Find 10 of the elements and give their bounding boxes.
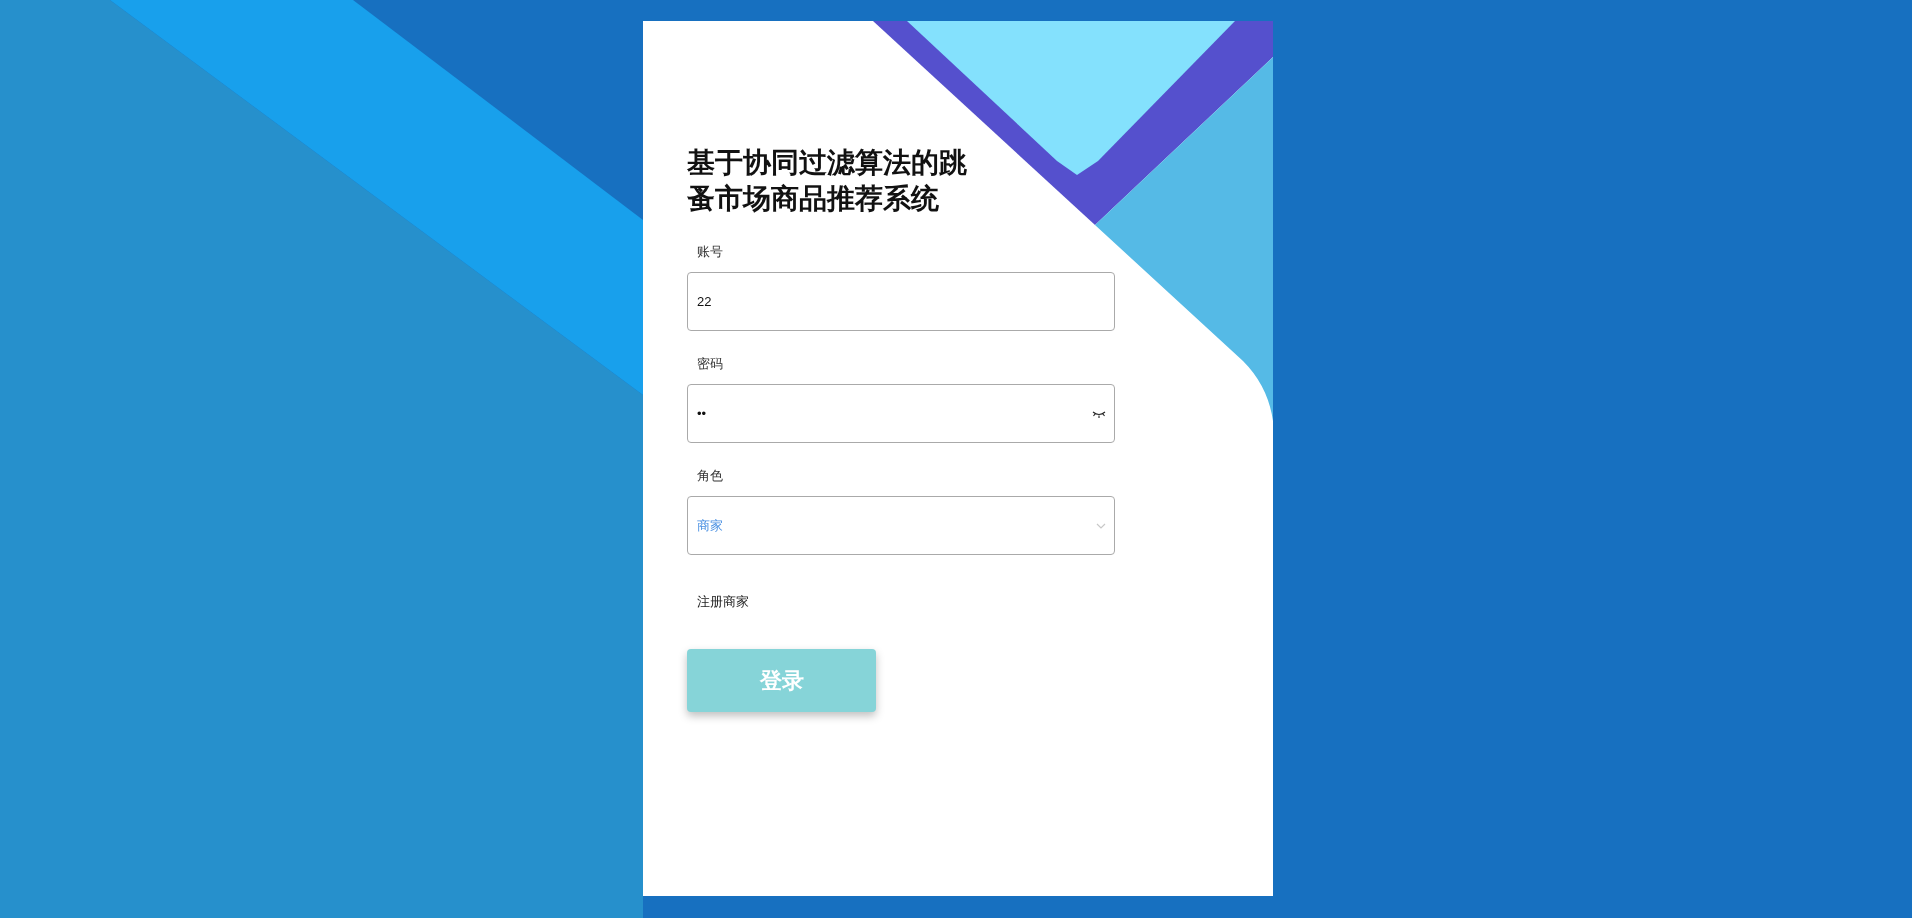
chevron-down-icon: [1096, 522, 1106, 529]
field-label: 账号: [697, 244, 723, 260]
role-select[interactable]: 商家: [687, 496, 1115, 555]
field-label: 角色: [697, 468, 723, 484]
password-field[interactable]: ••: [687, 384, 1115, 443]
register-link[interactable]: 注册商家: [697, 594, 749, 610]
account-field[interactable]: 22: [687, 272, 1115, 331]
system-title: 基于协同过滤算法的跳蚤市场商品推荐系统: [687, 146, 968, 216]
eye-closed-icon[interactable]: [1092, 409, 1106, 418]
field-label: 密码: [697, 356, 723, 372]
